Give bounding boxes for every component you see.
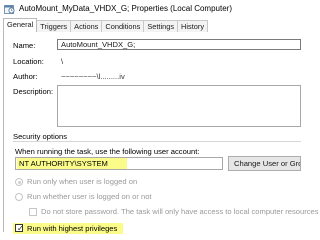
- radio-logged-on-label: Run only when user is logged on: [27, 177, 138, 186]
- general-panel: Name: AutoMount_VHDX_G; Location: \ Auth…: [3, 32, 319, 234]
- no-store-password-label: Do not store password. The task will onl…: [41, 207, 319, 216]
- name-field[interactable]: AutoMount_VHDX_G;: [57, 39, 301, 50]
- highest-privileges-label: Run with highest privileges: [27, 224, 118, 233]
- user-account-value: NT AUTHORITY\SYSTEM: [17, 158, 127, 169]
- author-label: Author:: [13, 72, 38, 81]
- tab-settings[interactable]: Settings: [143, 20, 179, 32]
- name-label: Name:: [13, 41, 36, 50]
- tab-general[interactable]: General: [3, 18, 38, 32]
- radio-logged-on[interactable]: [15, 178, 23, 186]
- change-user-button[interactable]: Change User or Group: [228, 156, 301, 171]
- highest-privileges-checkbox[interactable]: ✓: [15, 224, 24, 233]
- author-value: ~~~~~~~~\l.........iv: [61, 72, 125, 81]
- security-group-border: [13, 141, 301, 142]
- location-value: \: [61, 57, 64, 66]
- description-field[interactable]: [57, 85, 301, 127]
- tab-history[interactable]: History: [177, 20, 209, 32]
- security-options-label: Security options: [13, 132, 68, 141]
- radio-whether-logged-on-label: Run whether user is logged on or not: [27, 192, 152, 201]
- tab-triggers[interactable]: Triggers: [36, 20, 72, 32]
- window-title: AutoMount_MyData_VHDX_G; Properties (Loc…: [19, 4, 232, 13]
- location-label: Location:: [13, 57, 44, 66]
- description-label: Description:: [13, 87, 54, 96]
- tab-conditions[interactable]: Conditions: [101, 20, 145, 32]
- checkmark-icon: ✓: [17, 224, 24, 233]
- tab-actions[interactable]: Actions: [70, 20, 103, 32]
- radio-whether-logged-on[interactable]: [15, 193, 23, 201]
- tab-strip: General Triggers Actions Conditions Sett…: [3, 18, 209, 32]
- title-bar: AutoMount_MyData_VHDX_G; Properties (Loc…: [0, 0, 300, 17]
- user-account-prompt: When running the task, use the following…: [15, 147, 200, 156]
- task-scheduler-icon: [4, 4, 15, 14]
- no-store-password-checkbox[interactable]: [29, 208, 37, 216]
